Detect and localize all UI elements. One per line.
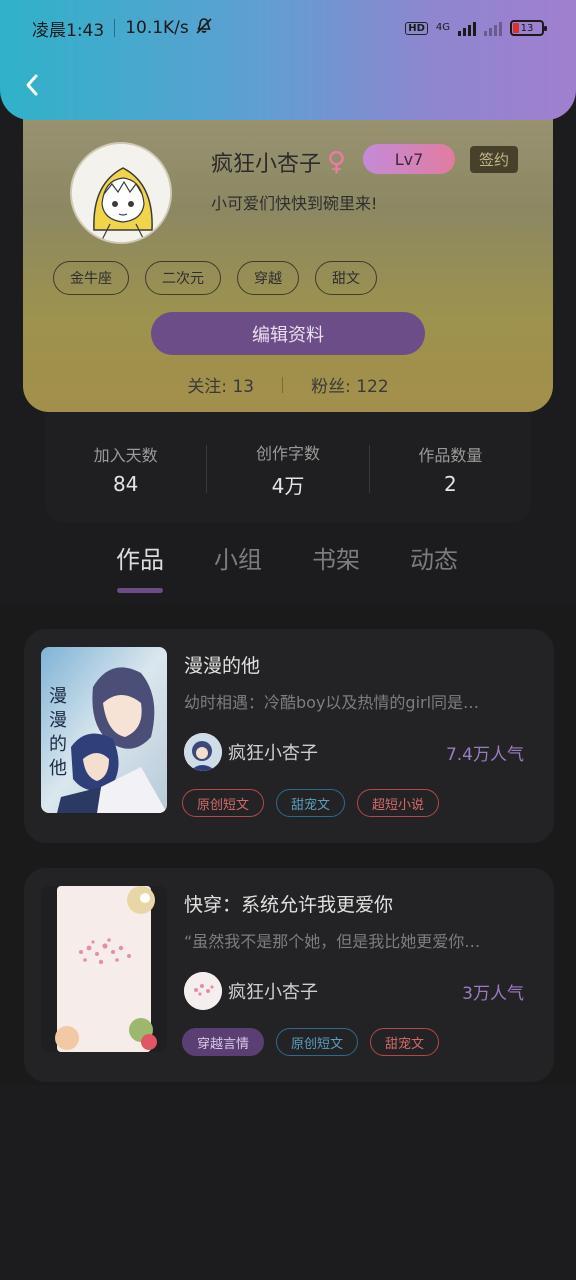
following-count[interactable]: 关注: 13 — [187, 372, 254, 397]
cover-title: 漫漫的他 — [49, 686, 67, 779]
network-type: 4G — [435, 22, 450, 33]
author-avatar[interactable] — [184, 972, 222, 1010]
work-tag[interactable]: 原创短文 — [182, 789, 265, 817]
author-avatar[interactable] — [184, 733, 222, 771]
chevron-left-icon — [26, 74, 38, 96]
stat-value: 84 — [112, 472, 139, 496]
followers-count[interactable]: 粉丝: 122 — [311, 372, 389, 397]
author-stats: 加入天数 84 创作字数 4万 作品数量 2 — [45, 405, 531, 523]
status-time: 凌晨1:43 — [32, 20, 105, 41]
profile-tag: 甜文 — [315, 261, 377, 295]
tab-works[interactable]: 作品 — [116, 540, 164, 593]
stat-label: 创作字数 — [255, 443, 320, 463]
profile-tabs: 作品 小组 书架 动态 — [116, 540, 458, 593]
work-tag[interactable]: 穿越言情 — [182, 1028, 265, 1056]
status-bar: 凌晨1:43 10.1K/s HD 4G 13 — [0, 0, 576, 56]
author-name[interactable]: 疯狂小杏子 — [228, 739, 318, 765]
signed-badge: 签约 — [470, 146, 518, 173]
user-bio: 小可爱们快快到碗里来! — [211, 194, 378, 213]
work-tag[interactable]: 甜宠文 — [276, 789, 346, 817]
top-header: 凌晨1:43 10.1K/s HD 4G 13 — [0, 0, 576, 120]
network-speed: 10.1K/s — [125, 18, 189, 38]
mute-icon — [195, 17, 213, 40]
stat-label: 加入天数 — [93, 446, 158, 465]
profile-tag: 穿越 — [237, 261, 299, 295]
edit-profile-button[interactable]: 编辑资料 — [151, 312, 425, 355]
profile-tag: 金牛座 — [53, 261, 129, 295]
back-button[interactable] — [18, 70, 46, 100]
signal-icon — [458, 20, 476, 36]
work-description: “虽然我不是那个她，但是我比她更爱你… — [184, 932, 481, 951]
popularity-count: 3万人气 — [462, 983, 524, 1004]
tab-groups[interactable]: 小组 — [214, 540, 262, 593]
profile-card: 疯狂小杏子 ♀ Lv7 签约 小可爱们快快到碗里来! 金牛座 二次元 穿越 甜文… — [23, 100, 553, 412]
tab-activity[interactable]: 动态 — [410, 540, 458, 593]
status-divider — [114, 19, 116, 37]
profile-tag: 二次元 — [145, 261, 221, 295]
work-card[interactable]: 快穿：系统允许我更爱你 “虽然我不是那个她，但是我比她更爱你… 疯狂小杏子 3万… — [24, 868, 554, 1082]
work-cover[interactable]: 漫漫的他 — [41, 647, 167, 813]
work-tag[interactable]: 原创短文 — [276, 1028, 359, 1056]
level-badge: Lv7 — [363, 144, 455, 174]
profile-tags: 金牛座 二次元 穿越 甜文 — [53, 261, 377, 295]
username: 疯狂小杏子 — [211, 152, 322, 177]
work-tag[interactable]: 超短小说 — [357, 789, 440, 817]
work-title[interactable]: 快穿：系统允许我更爱你 — [184, 890, 393, 917]
author-name[interactable]: 疯狂小杏子 — [228, 978, 318, 1004]
stat-value: 2 — [443, 472, 457, 496]
work-card[interactable]: 漫漫的他 漫漫的他 幼时相遇：冷酷boy以及热情的girl同是… 疯狂小杏子 7… — [24, 629, 554, 843]
work-description: 幼时相遇：冷酷boy以及热情的girl同是… — [184, 693, 480, 712]
follow-divider — [282, 376, 284, 393]
follow-stats: 关注: 13 粉丝: 122 — [23, 372, 553, 397]
work-title[interactable]: 漫漫的他 — [184, 651, 260, 678]
signal-secondary-icon — [484, 20, 502, 36]
user-avatar[interactable] — [70, 142, 172, 244]
battery-level: 13 — [520, 22, 534, 34]
hd-icon: HD — [405, 21, 428, 35]
stat-word-count: 创作字数 4万 — [207, 440, 368, 499]
stat-join-days: 加入天数 84 — [45, 442, 206, 496]
female-icon: ♀ — [327, 147, 347, 177]
work-tags: 穿越言情 原创短文 甜宠文 — [182, 1028, 440, 1056]
stat-label: 作品数量 — [418, 446, 483, 465]
popularity-count: 7.4万人气 — [445, 744, 524, 765]
username-row: 疯狂小杏子 ♀ — [211, 146, 346, 178]
stat-value: 4万 — [271, 473, 305, 498]
work-tag[interactable]: 甜宠文 — [370, 1028, 440, 1056]
work-author-row: 疯狂小杏子 3万人气 — [184, 972, 524, 1010]
battery-icon: 13 — [510, 20, 547, 36]
work-tags: 原创短文 甜宠文 超短小说 — [182, 789, 440, 817]
tab-bookshelf[interactable]: 书架 — [312, 540, 360, 593]
work-author-row: 疯狂小杏子 7.4万人气 — [184, 733, 524, 771]
stat-works-count: 作品数量 2 — [370, 442, 531, 496]
work-cover[interactable] — [41, 886, 167, 1052]
